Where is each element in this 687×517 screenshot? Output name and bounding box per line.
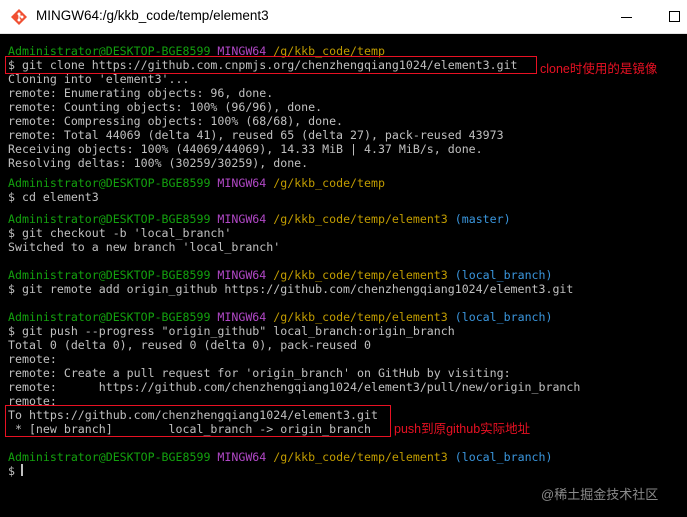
prompt-host: MINGW64 (217, 450, 267, 464)
annotation-box-push (5, 405, 391, 437)
command-line: $ cd element3 (8, 190, 99, 204)
output-line: remote: https://github.com/chenzhengqian… (8, 380, 581, 394)
output-line: remote: Counting objects: 100% (96/96), … (8, 100, 323, 114)
prompt-line: Administrator@DESKTOP-BGE8599 MINGW64 /g… (8, 268, 553, 282)
command-line: $ git remote add origin_github https://g… (8, 282, 574, 296)
prompt-path: /g/kkb_code/temp/element3 (273, 268, 448, 282)
title-bar: MINGW64:/g/kkb_code/temp/element3 (0, 0, 687, 34)
prompt-line: Administrator@DESKTOP-BGE8599 MINGW64 /g… (8, 212, 511, 226)
prompt-user: Administrator@DESKTOP-BGE8599 (8, 268, 211, 282)
prompt-user: Administrator@DESKTOP-BGE8599 (8, 310, 211, 324)
window-title: MINGW64:/g/kkb_code/temp/element3 (36, 8, 269, 23)
prompt-branch: (master) (454, 212, 511, 226)
watermark: @稀土掘金技术社区 (541, 487, 659, 502)
prompt-branch: (local_branch) (454, 450, 553, 464)
prompt-path: /g/kkb_code/temp/element3 (273, 212, 448, 226)
terminal-output[interactable]: Administrator@DESKTOP-BGE8599 MINGW64 /g… (0, 34, 687, 517)
prompt-host: MINGW64 (217, 176, 267, 190)
output-line: Resolving deltas: 100% (30259/30259), do… (8, 156, 309, 170)
prompt-host: MINGW64 (217, 268, 267, 282)
annotation-box-clone (5, 56, 537, 74)
prompt-line: Administrator@DESKTOP-BGE8599 MINGW64 /g… (8, 310, 553, 324)
git-bash-icon (11, 9, 27, 25)
prompt-host: MINGW64 (217, 310, 267, 324)
output-line: Switched to a new branch 'local_branch' (8, 240, 281, 254)
minimize-button[interactable] (596, 0, 642, 33)
prompt-host: MINGW64 (217, 212, 267, 226)
output-line: remote: Enumerating objects: 96, done. (8, 86, 274, 100)
annotation-label-clone: clone时使用的是镜像 (540, 62, 658, 76)
output-line: remote: Create a pull request for 'origi… (8, 366, 511, 380)
prompt-user: Administrator@DESKTOP-BGE8599 (8, 176, 211, 190)
prompt-line: Administrator@DESKTOP-BGE8599 MINGW64 /g… (8, 450, 553, 464)
maximize-button[interactable] (642, 0, 687, 33)
prompt-line: Administrator@DESKTOP-BGE8599 MINGW64 /g… (8, 176, 385, 190)
command-line: $ git push --progress "origin_github" lo… (8, 324, 455, 338)
prompt-branch: (local_branch) (454, 268, 553, 282)
output-line: Receiving objects: 100% (44069/44069), 1… (8, 142, 483, 156)
prompt-user: Administrator@DESKTOP-BGE8599 (8, 450, 211, 464)
output-line: remote: Compressing objects: 100% (68/68… (8, 114, 344, 128)
text-cursor (21, 464, 23, 476)
prompt-path: /g/kkb_code/temp/element3 (273, 450, 448, 464)
prompt-path: /g/kkb_code/temp/element3 (273, 310, 448, 324)
minimize-icon (621, 17, 632, 18)
prompt-path: /g/kkb_code/temp (273, 176, 385, 190)
annotation-label-push: push到原github实际地址 (394, 422, 531, 436)
maximize-icon (669, 11, 680, 22)
output-line: remote: Total 44069 (delta 41), reused 6… (8, 128, 504, 142)
command-line: $ (8, 464, 22, 478)
prompt-user: Administrator@DESKTOP-BGE8599 (8, 212, 211, 226)
output-line: Cloning into 'element3'... (8, 72, 190, 86)
prompt-branch: (local_branch) (454, 310, 553, 324)
command-line: $ git checkout -b 'local_branch' (8, 226, 232, 240)
output-line: remote: (8, 352, 57, 366)
output-line: Total 0 (delta 0), reused 0 (delta 0), p… (8, 338, 371, 352)
